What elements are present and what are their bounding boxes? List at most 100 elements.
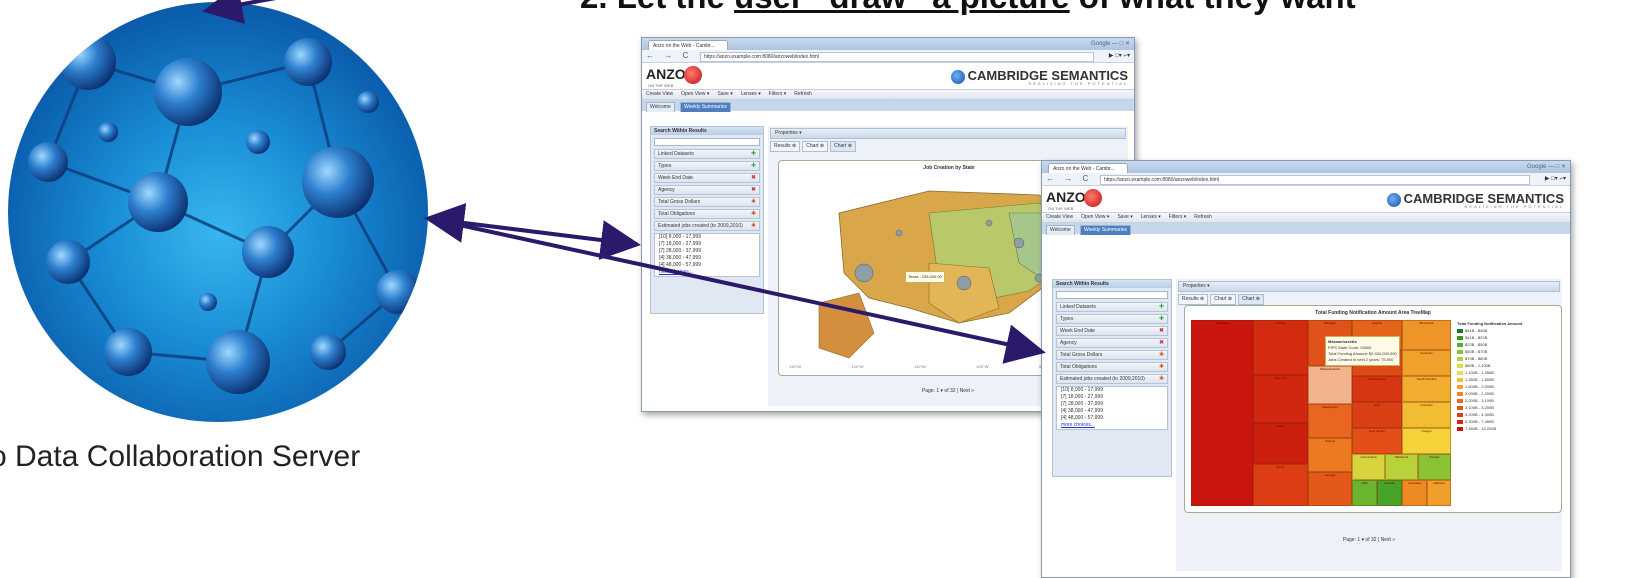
facet-estimated-jobs[interactable]: Estimated jobs created (to 2009,2010) ✱	[1056, 374, 1168, 384]
facet-total-gross-dollars[interactable]: Total Gross Dollars ✱	[1056, 350, 1168, 360]
menu-save[interactable]: Save ▾	[1117, 214, 1132, 220]
facet-week-end-date[interactable]: Week End Date ✖	[1056, 326, 1168, 336]
add-icon[interactable]: ✚	[751, 162, 756, 170]
chart-icon[interactable]: ✱	[751, 198, 756, 206]
menu-save[interactable]: Save ▾	[717, 91, 732, 97]
treemap-cell[interactable]: Texas	[1253, 423, 1308, 464]
menu-lenses[interactable]: Lenses ▾	[741, 91, 761, 97]
search-input[interactable]	[654, 138, 760, 146]
treemap-cell[interactable]: Nevada	[1377, 480, 1402, 506]
search-input[interactable]	[1056, 291, 1168, 299]
treemap-cell[interactable]: California	[1191, 320, 1253, 506]
treemap-cell[interactable]: New Jersey	[1352, 428, 1402, 454]
tab-welcome[interactable]: Welcome	[646, 102, 675, 112]
add-icon[interactable]: ✚	[1159, 303, 1164, 311]
facet-linked-datasets[interactable]: Linked Datasets ✚	[1056, 302, 1168, 312]
treemap-cell[interactable]: Louisiana	[1402, 480, 1427, 506]
remove-icon[interactable]: ✖	[1159, 339, 1164, 347]
treemap-cell[interactable]: Minnesota	[1402, 320, 1451, 350]
treemap-cell[interactable]: Ohio	[1352, 402, 1402, 428]
treemap-cell[interactable]: Washington	[1308, 404, 1352, 438]
facet-estimated-jobs[interactable]: Estimated jobs created (to 2009,2010) ✱	[654, 221, 760, 231]
chart-icon[interactable]: ✱	[751, 210, 756, 218]
facet-types[interactable]: Types ✚	[654, 161, 760, 171]
remove-icon[interactable]: ✖	[751, 174, 756, 182]
menu-filters[interactable]: Filters ▾	[769, 91, 787, 97]
window-controls[interactable]: Google — □ ✕	[1527, 163, 1566, 170]
treemap-cell[interactable]: New York	[1253, 375, 1308, 423]
range-item[interactable]: [4] 48,000 - 57,999	[659, 262, 759, 269]
chart-icon[interactable]: ✱	[1159, 375, 1164, 383]
properties-bar[interactable]: Properties ▾	[1178, 281, 1560, 292]
facet-label: Total Gross Dollars	[1060, 352, 1103, 358]
subtab-chart-active[interactable]: Chart ⊗	[830, 141, 856, 152]
treemap-cell[interactable]: Oregon	[1402, 428, 1451, 454]
range-item[interactable]: [4] 38,000 - 47,999	[1061, 408, 1167, 415]
menu-refresh[interactable]: Refresh	[794, 91, 812, 97]
range-item[interactable]: [4] 48,000 - 57,999	[1061, 415, 1167, 422]
treemap-cell[interactable]: Florida	[1253, 320, 1308, 375]
subtab-chart[interactable]: Chart ⊗	[1210, 294, 1237, 305]
facet-linked-datasets[interactable]: Linked Datasets ✚	[654, 149, 760, 159]
facet-types[interactable]: Types ✚	[1056, 314, 1168, 324]
add-icon[interactable]: ✚	[751, 150, 756, 158]
menu-refresh[interactable]: Refresh	[1194, 214, 1212, 220]
facet-week-end-date[interactable]: Week End Date ✖	[654, 173, 760, 183]
window-controls[interactable]: Google — □ ✕	[1091, 40, 1130, 47]
facet-agency[interactable]: Agency ✖	[1056, 338, 1168, 348]
menu-open-view[interactable]: Open View ▾	[681, 91, 709, 97]
range-item[interactable]: [4] 38,000 - 47,999	[659, 255, 759, 262]
range-item[interactable]: [7] 28,000 - 37,999	[659, 248, 759, 255]
treemap-cell[interactable]: Kansas	[1418, 454, 1451, 480]
subtab-chart[interactable]: Chart ⊗	[802, 141, 829, 152]
treemap-area[interactable]: California Florida New York Texas Illinois Mi…	[1191, 320, 1451, 506]
facet-total-obligations[interactable]: Total Obligations ✱	[654, 209, 760, 219]
treemap-cell[interactable]: Pennsylvania	[1352, 376, 1402, 402]
more-choices-link[interactable]: more choices...	[659, 269, 759, 276]
range-item[interactable]: [10] 8,000 - 17,999	[659, 234, 759, 241]
facet-total-obligations[interactable]: Total Obligations ✱	[1056, 362, 1168, 372]
chart-icon[interactable]: ✱	[1159, 351, 1164, 359]
add-icon[interactable]: ✚	[1159, 315, 1164, 323]
treemap-cell[interactable]: Colorado	[1402, 402, 1451, 428]
tab-welcome[interactable]: Welcome	[1046, 225, 1075, 235]
subtab-chart-active[interactable]: Chart ⊗	[1238, 294, 1264, 305]
menu-create-view[interactable]: Create View	[646, 91, 673, 97]
url-input[interactable]: https://anzo.example.com:8080/anzoweb/in…	[700, 52, 1094, 62]
treemap-cell[interactable]: Alabama	[1427, 480, 1451, 506]
menu-filters[interactable]: Filters ▾	[1169, 214, 1187, 220]
treemap-cell[interactable]: Massachusetts	[1308, 366, 1352, 404]
range-item[interactable]: [7] 28,000 - 37,999	[1061, 401, 1167, 408]
more-choices-link[interactable]: more choices...	[1061, 422, 1167, 429]
treemap-cell[interactable]: Utah	[1352, 480, 1377, 506]
treemap-cell[interactable]: Connecticut	[1352, 454, 1385, 480]
subtab-results[interactable]: Results ⊗	[1178, 294, 1209, 305]
treemap-cell[interactable]: Kentucky	[1402, 350, 1451, 376]
tab-weekly-summaries[interactable]: Weekly Summaries	[1080, 225, 1131, 235]
treemap-cell[interactable]: Illinois	[1253, 464, 1308, 506]
subtab-results[interactable]: Results ⊗	[770, 141, 801, 152]
chart-icon[interactable]: ✱	[751, 222, 756, 230]
range-item[interactable]: [10] 8,000 - 17,999	[1061, 387, 1167, 394]
remove-icon[interactable]: ✖	[1159, 327, 1164, 335]
remove-icon[interactable]: ✖	[751, 186, 756, 194]
facet-agency[interactable]: Agency ✖	[654, 185, 760, 195]
properties-bar[interactable]: Properties ▾	[770, 128, 1126, 139]
treemap-cell[interactable]: Arizona	[1308, 438, 1352, 472]
treemap-cell[interactable]: Oklahoma	[1385, 454, 1418, 480]
chart-icon[interactable]: ✱	[1159, 363, 1164, 371]
treemap-cell[interactable]: Georgia	[1308, 472, 1352, 506]
menu-open-view[interactable]: Open View ▾	[1081, 214, 1109, 220]
menu-create-view[interactable]: Create View	[1046, 214, 1073, 220]
treemap-cell[interactable]: South Carolina	[1402, 376, 1451, 402]
range-item[interactable]: [7] 18,000 - 27,999	[659, 241, 759, 248]
tab-weekly-summaries[interactable]: Weekly Summaries	[680, 102, 731, 112]
range-item[interactable]: [7] 18,000 - 27,999	[1061, 394, 1167, 401]
facet-label: Total Gross Dollars	[658, 199, 701, 205]
facet-total-gross-dollars[interactable]: Total Gross Dollars ✱	[654, 197, 760, 207]
url-input[interactable]: https://anzo.example.com:8080/anzoweb/in…	[1100, 175, 1530, 185]
browser-tools-icon[interactable]: ▶ □▾ ⌐▾	[1109, 52, 1130, 59]
pager[interactable]: Page: 1 ▾ of 32 | Next »	[1176, 537, 1562, 543]
menu-lenses[interactable]: Lenses ▾	[1141, 214, 1161, 220]
browser-tools-icon[interactable]: ▶ □▾ ⌐▾	[1545, 175, 1566, 182]
